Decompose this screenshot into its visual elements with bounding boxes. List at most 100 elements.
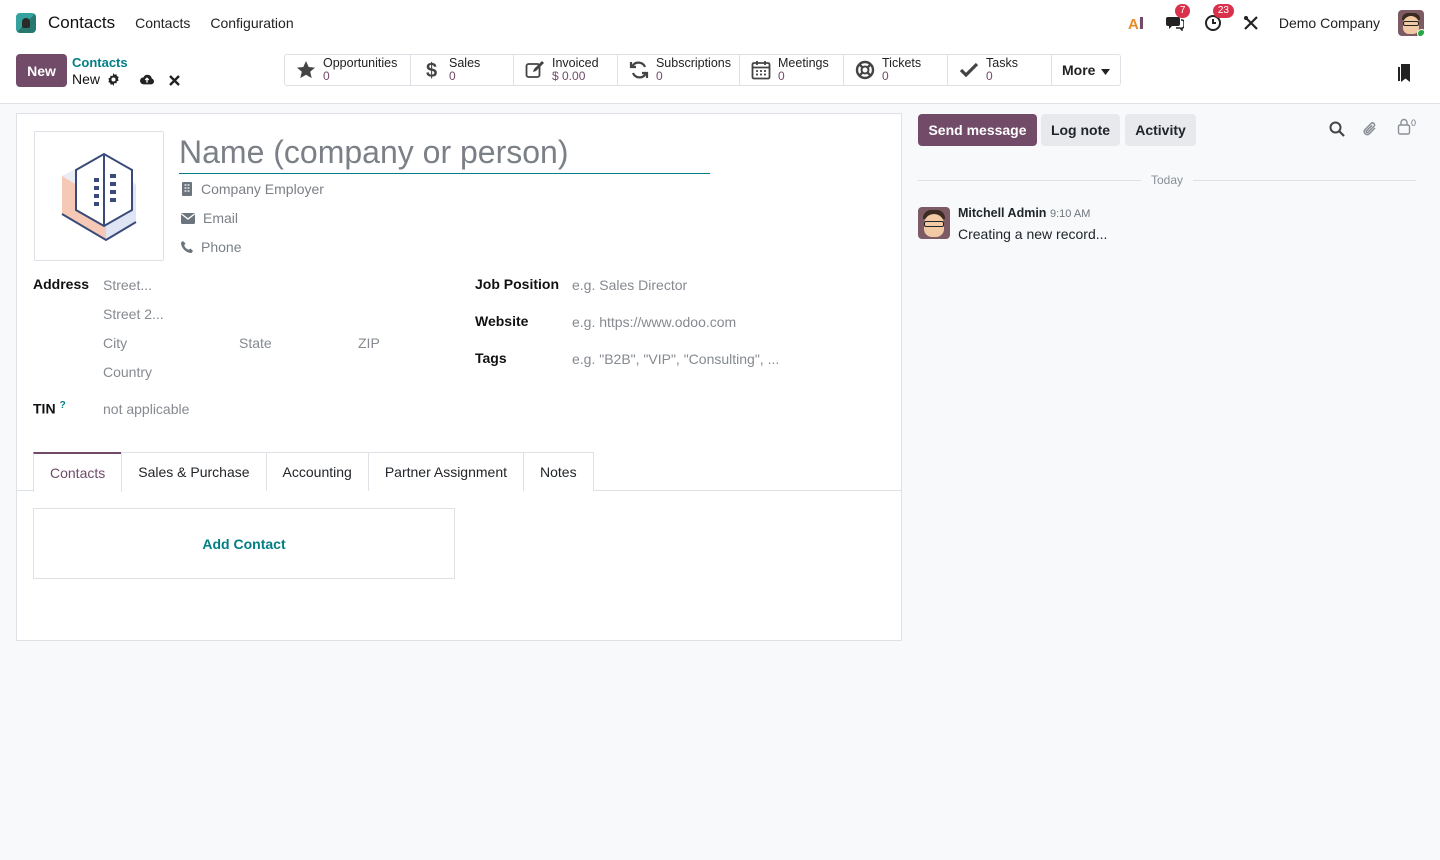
name-input[interactable] [179,132,710,174]
stat-value: 0 [882,69,889,83]
message-author[interactable]: Mitchell Admin [958,206,1046,220]
job-position-input[interactable]: e.g. Sales Director [572,277,687,293]
website-label: Website [475,313,529,329]
tools-icon[interactable] [1241,13,1261,33]
building-icon [61,152,137,242]
stat-button-opportunities[interactable]: Opportunities 0 [285,55,411,85]
tab-contacts[interactable]: Contacts [33,452,123,492]
tab-sales-purchase[interactable]: Sales & Purchase [121,452,267,491]
notebook-tabs: Contacts Sales & Purchase Accounting Par… [33,452,594,492]
stat-button-invoiced[interactable]: Invoiced $ 0.00 [514,55,618,85]
country-select[interactable]: Country [103,364,152,380]
stat-label: Subscriptions [655,56,731,70]
tab-accounting[interactable]: Accounting [265,452,369,491]
star-icon [295,59,317,81]
new-button[interactable]: New [16,54,67,87]
building-small-icon [182,182,192,196]
tab-notes[interactable]: Notes [523,452,594,491]
followers-button[interactable]: 0 [1397,118,1416,136]
svg-text:$: $ [426,60,437,81]
lifebuoy-icon [854,59,876,81]
messages-badge: 7 [1174,4,1191,18]
send-message-button[interactable]: Send message [918,114,1037,146]
paperclip-icon[interactable] [1362,120,1378,138]
breadcrumb-current: New [72,71,120,87]
stat-value: 0 [323,69,330,83]
smart-buttons: Opportunities 0 $ Sales 0 Invoiced $ 0.0… [284,54,1122,86]
top-navbar: Contacts Contacts Configuration AI 7 23 … [0,0,1440,46]
stat-button-tickets[interactable]: Tickets 0 [844,55,948,85]
date-separator-label: Today [1150,173,1184,187]
messages-icon[interactable]: 7 [1165,4,1191,33]
stat-value: 0 [449,69,456,83]
stat-value: 0 [655,69,663,83]
user-avatar[interactable] [1398,10,1424,36]
tin-label: TIN? [33,400,66,417]
website-input[interactable]: e.g. https://www.odoo.com [572,314,736,330]
company-employer-placeholder: Company Employer [201,181,324,197]
contacts-app-icon[interactable] [16,13,36,33]
bookmark-icon[interactable] [1398,64,1412,85]
stat-label: Opportunities [323,56,398,70]
calendar-icon [750,59,772,81]
tin-help-icon[interactable]: ? [60,400,66,411]
add-contact-button[interactable]: Add Contact [33,508,455,579]
stat-button-tasks[interactable]: Tasks 0 [948,55,1052,85]
stat-value: $ 0.00 [552,69,586,83]
follower-icon [1397,118,1411,135]
log-note-button[interactable]: Log note [1041,114,1120,146]
city-input[interactable]: City [103,335,127,351]
company-image-field[interactable] [34,131,164,261]
stat-more-button[interactable]: More [1052,55,1120,85]
app-name[interactable]: Contacts [48,13,115,33]
stat-button-meetings[interactable]: Meetings 0 [740,55,844,85]
gear-icon[interactable] [106,72,120,86]
date-separator: Today [918,173,1416,187]
edit-icon [524,59,546,81]
message-author-avatar[interactable] [918,207,950,239]
check-icon [958,59,980,81]
company-switcher[interactable]: Demo Company [1279,15,1380,31]
state-select[interactable]: State [239,335,272,351]
caret-down-icon [1101,62,1111,78]
message-time: 9:10 AM [1050,208,1091,220]
menu-configuration[interactable]: Configuration [210,15,293,31]
email-field[interactable]: Email [181,210,238,226]
stat-value: 0 [778,69,785,83]
online-status-icon [1417,29,1424,36]
zip-input[interactable]: ZIP [358,335,380,351]
stat-label: Meetings [778,56,829,70]
activities-clock-icon[interactable]: 23 [1203,4,1234,33]
phone-icon [181,241,193,253]
discard-close-icon[interactable] [167,73,181,87]
refresh-icon [628,59,650,81]
ai-icon[interactable]: AI [1127,13,1147,33]
tab-partner-assignment[interactable]: Partner Assignment [367,452,524,491]
tin-input[interactable]: not applicable [103,401,189,417]
street-input[interactable]: Street... [103,277,152,293]
stat-button-subscriptions[interactable]: Subscriptions 0 [618,55,740,85]
street2-input[interactable]: Street 2... [103,306,164,322]
menu-contacts[interactable]: Contacts [135,15,190,31]
activity-button[interactable]: Activity [1125,114,1196,146]
company-employer-field[interactable]: Company Employer [181,181,324,197]
stat-button-sales[interactable]: $ Sales 0 [411,55,514,85]
tags-label: Tags [475,350,507,366]
followers-count: 0 [1411,118,1417,128]
form-sheet: Company Employer Email Phone Address Str… [16,113,902,641]
tin-label-text: TIN [33,400,56,417]
envelope-icon [181,212,195,224]
more-label: More [1062,62,1096,78]
stat-value: 0 [986,69,993,83]
phone-field[interactable]: Phone [181,239,241,255]
tags-input[interactable]: e.g. "B2B", "VIP", "Consulting", ... [572,351,779,367]
breadcrumb-current-label: New [72,71,101,87]
search-icon[interactable] [1329,121,1345,137]
phone-placeholder: Phone [201,239,242,255]
breadcrumb-contacts[interactable]: Contacts [72,55,128,70]
cloud-upload-icon[interactable] [140,72,154,86]
navbar-systray: AI 7 23 Demo Company [1127,4,1424,36]
control-panel: New Contacts New Opportunities 0 $ Sales [0,46,1440,104]
message-body: Creating a new record... [958,226,1108,242]
job-position-label: Job Position [475,276,559,292]
